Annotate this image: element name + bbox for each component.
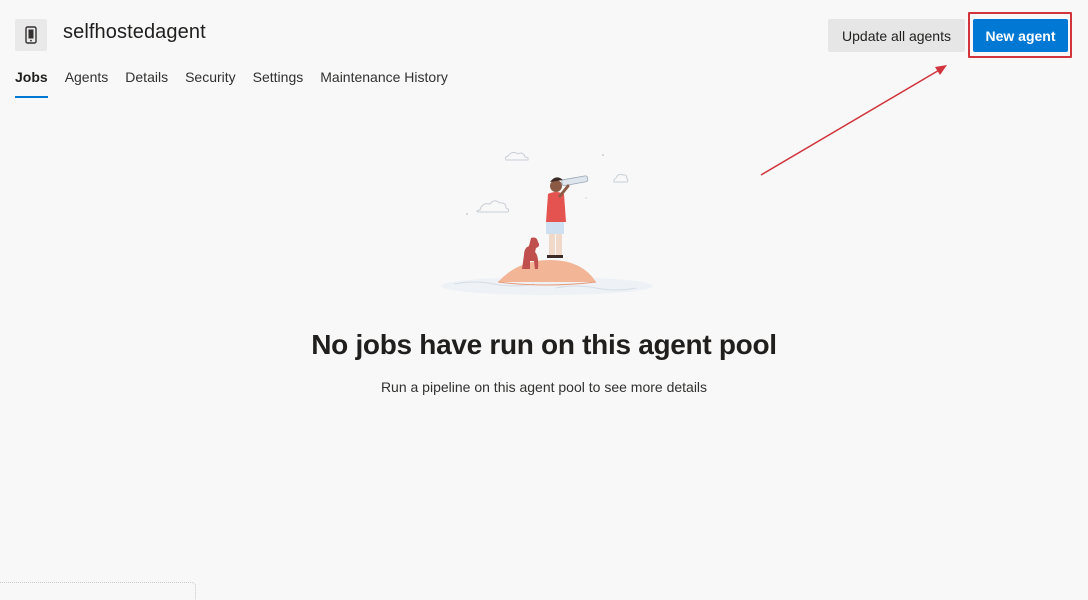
empty-state-title: No jobs have run on this agent pool — [311, 329, 777, 360]
agent-pool-icon — [15, 19, 47, 51]
tab-details[interactable]: Details — [125, 68, 168, 98]
tab-security[interactable]: Security — [185, 68, 236, 98]
page-title: selfhostedagent — [63, 21, 206, 43]
update-all-agents-button[interactable]: Update all agents — [828, 19, 965, 52]
new-agent-button[interactable]: New agent — [973, 19, 1068, 52]
tab-jobs[interactable]: Jobs — [15, 68, 48, 98]
page-header: selfhostedagent Update all agents New ag… — [0, 0, 1088, 70]
empty-state-description: Run a pipeline on this agent pool to see… — [380, 379, 708, 395]
device-icon — [25, 26, 37, 44]
tab-agents[interactable]: Agents — [65, 68, 109, 98]
agent-pool-page: selfhostedagent Update all agents New ag… — [0, 0, 1088, 600]
bottom-panel-edge — [0, 582, 196, 600]
tab-settings[interactable]: Settings — [253, 68, 304, 98]
tab-maintenance-history[interactable]: Maintenance History — [320, 68, 448, 98]
annotation-arrow — [760, 65, 947, 176]
tab-bar: Jobs Agents Details Security Settings Ma… — [15, 68, 465, 100]
person-on-island-illustration — [441, 151, 653, 295]
